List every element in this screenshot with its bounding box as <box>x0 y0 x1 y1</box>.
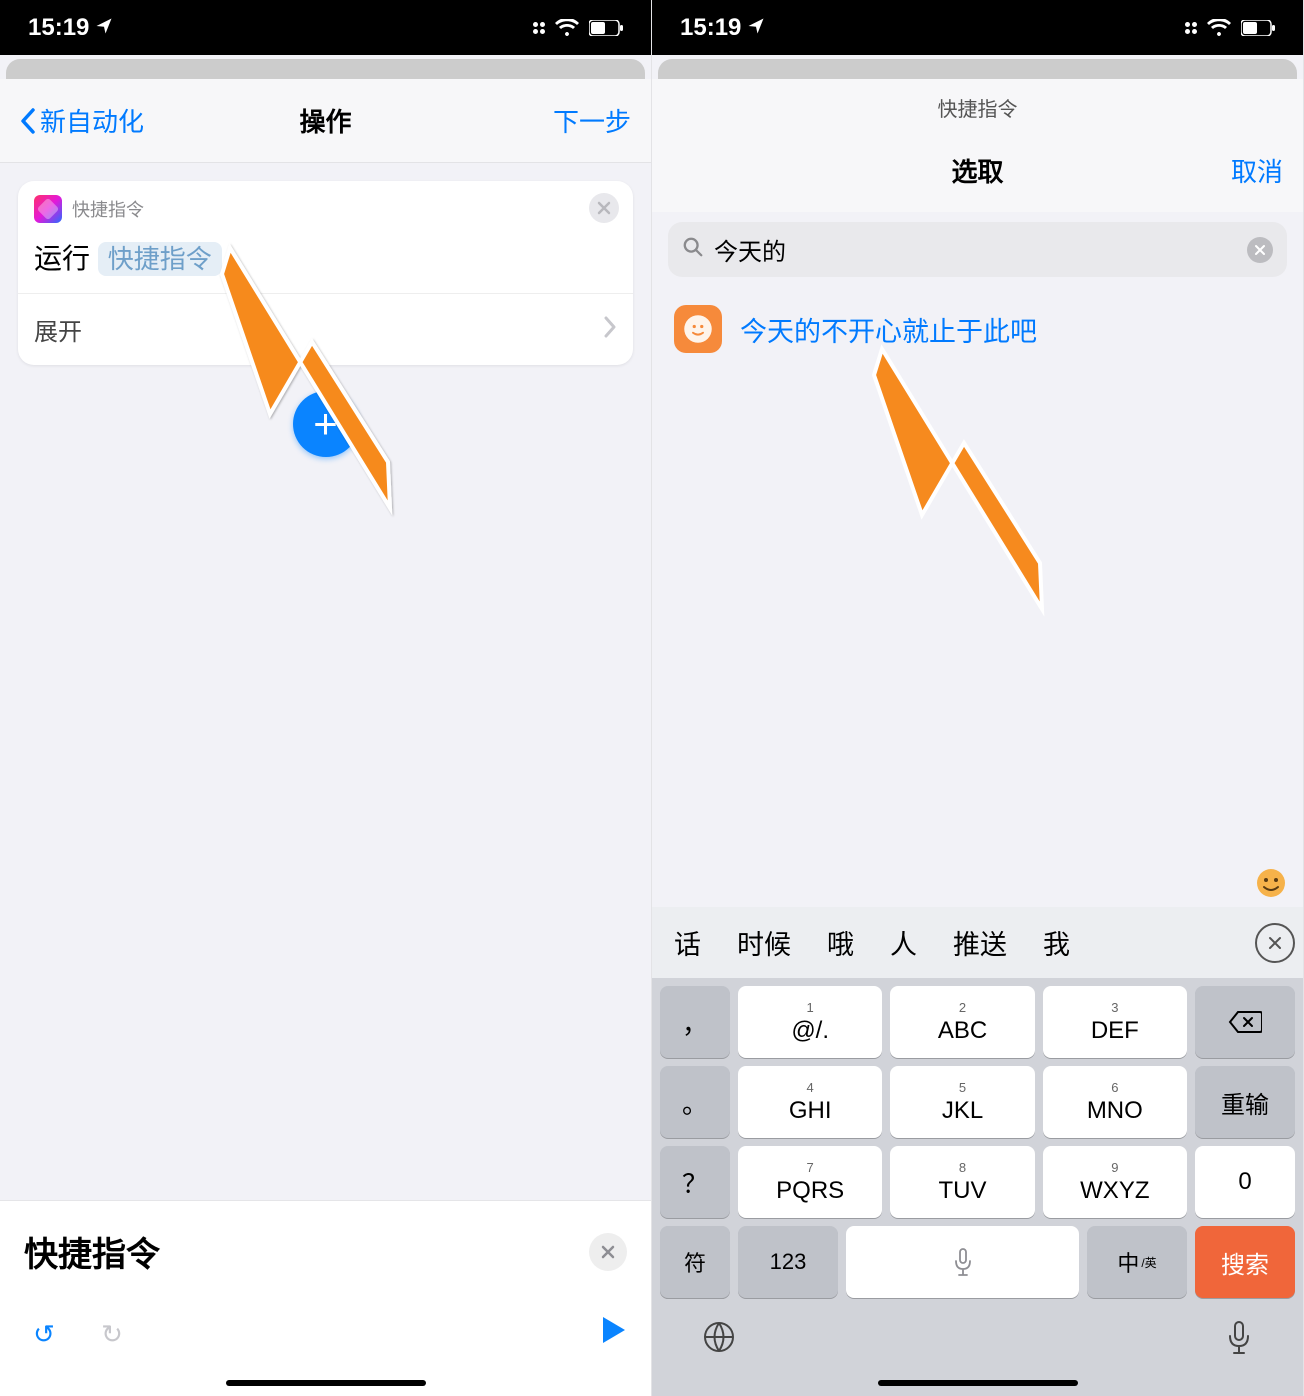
bottom-panel: 快捷指令 ↺ ↻ <box>0 1200 651 1396</box>
emoji-toggle[interactable] <box>1253 865 1289 901</box>
key-7[interactable]: 7PQRS <box>738 1146 882 1218</box>
retype-key[interactable]: 重输 <box>1195 1066 1295 1138</box>
clear-search-button[interactable] <box>1247 237 1273 263</box>
mic-icon <box>951 1247 975 1277</box>
candidate[interactable]: 时候 <box>723 919 805 966</box>
key-8[interactable]: 8TUV <box>890 1146 1034 1218</box>
key-grid: 1@/. 2ABC 3DEF 4GHI 5JKL 6MNO 7PQRS 8TUV… <box>738 986 1187 1218</box>
globe-icon[interactable] <box>702 1320 736 1364</box>
punctuation-column: ， 。 ？ ！ <box>660 986 730 1218</box>
candidate[interactable]: 话 <box>660 919 715 966</box>
battery-icon <box>1241 20 1275 36</box>
location-icon <box>95 14 113 42</box>
key-period[interactable]: 。 <box>660 1066 730 1138</box>
result-item[interactable]: 今天的不开心就止于此吧 <box>652 289 1303 369</box>
search-key[interactable]: 搜索 <box>1195 1226 1295 1298</box>
battery-icon <box>589 20 623 36</box>
close-panel-button[interactable] <box>589 1233 627 1271</box>
language-key[interactable]: 中/英 <box>1087 1226 1187 1298</box>
candidate[interactable]: 人 <box>876 919 931 966</box>
picker-title: 选取 <box>652 152 1303 189</box>
key-5[interactable]: 5JKL <box>890 1066 1034 1138</box>
candidate[interactable]: 推送 <box>939 919 1021 966</box>
key-question[interactable]: ？ <box>660 1146 730 1218</box>
right-column: 重输 0 <box>1195 986 1295 1218</box>
bottom-title: 快捷指令 <box>24 1227 160 1276</box>
cellular-signal-icon <box>533 22 545 34</box>
candidate-row: 话 时候 哦 人 推送 我 <box>652 907 1303 978</box>
wifi-icon <box>1207 19 1231 37</box>
remove-action-button[interactable] <box>589 193 619 223</box>
result-label: 今天的不开心就止于此吧 <box>740 310 1037 349</box>
picker-navbar: 选取 取消 <box>652 128 1303 212</box>
keyboard-footer <box>652 1306 1303 1372</box>
key-0[interactable]: 0 <box>1195 1146 1295 1218</box>
key-4[interactable]: 4GHI <box>738 1066 882 1138</box>
keyboard: 话 时候 哦 人 推送 我 ， 。 ？ ！ 1@/. 2ABC 3DEF 4GH… <box>652 907 1303 1396</box>
search-bar[interactable]: 今天的 <box>668 222 1287 277</box>
search-input[interactable]: 今天的 <box>714 232 1237 267</box>
action-body: 运行 快捷指令 <box>18 229 633 293</box>
back-label: 新自动化 <box>40 102 144 139</box>
numbers-key[interactable]: 123 <box>738 1226 838 1298</box>
key-comma[interactable]: ， <box>660 986 730 1058</box>
key-1[interactable]: 1@/. <box>738 986 882 1058</box>
dictation-icon[interactable] <box>1225 1320 1253 1364</box>
backspace-key[interactable] <box>1195 986 1295 1058</box>
expand-row[interactable]: 展开 <box>18 293 633 365</box>
right-screenshot: 15:19 快捷指令 选取 取消 今天的 <box>652 0 1304 1396</box>
next-button[interactable]: 下一步 <box>553 102 631 139</box>
chevron-left-icon <box>20 108 36 134</box>
home-indicator[interactable] <box>226 1380 426 1386</box>
candidate[interactable]: 我 <box>1029 919 1084 966</box>
mini-title: 快捷指令 <box>652 79 1303 128</box>
card-app-label: 快捷指令 <box>72 196 144 222</box>
sheet-backdrop <box>6 59 645 79</box>
symbols-key[interactable]: 符 <box>660 1226 730 1298</box>
space-key[interactable] <box>846 1226 1079 1298</box>
sheet-backdrop <box>658 59 1297 79</box>
key-6[interactable]: 6MNO <box>1043 1066 1187 1138</box>
undo-button[interactable]: ↺ <box>24 1314 64 1354</box>
redo-button: ↻ <box>92 1314 132 1354</box>
search-icon <box>682 236 704 264</box>
action-card: 快捷指令 运行 快捷指令 展开 <box>18 181 633 365</box>
key-2[interactable]: 2ABC <box>890 986 1034 1058</box>
results-area: 今天的不开心就止于此吧 <box>652 289 1303 907</box>
wifi-icon <box>555 19 579 37</box>
left-screenshot: 15:19 新自动化 操作 下一步 <box>0 0 652 1396</box>
add-action-button[interactable]: + <box>293 391 359 457</box>
candidate[interactable]: 哦 <box>813 919 868 966</box>
annotation-arrow <box>862 329 1082 634</box>
cancel-button[interactable]: 取消 <box>1231 152 1283 189</box>
run-button[interactable] <box>601 1315 627 1353</box>
key-3[interactable]: 3DEF <box>1043 986 1187 1058</box>
candidate-delete-button[interactable] <box>1255 923 1295 963</box>
status-time: 15:19 <box>680 14 741 42</box>
shortcut-icon <box>674 305 722 353</box>
navbar: 新自动化 操作 下一步 <box>0 79 651 163</box>
shortcut-picker[interactable]: 快捷指令 <box>98 242 222 276</box>
status-bar: 15:19 <box>0 0 651 55</box>
cellular-signal-icon <box>1185 22 1197 34</box>
location-icon <box>747 14 765 42</box>
home-indicator[interactable] <box>878 1380 1078 1386</box>
expand-label: 展开 <box>34 312 82 347</box>
status-time: 15:19 <box>28 14 89 42</box>
shortcuts-app-icon <box>34 195 62 223</box>
key-9[interactable]: 9WXYZ <box>1043 1146 1187 1218</box>
keyboard-bottom-row: 符 123 中/英 搜索 <box>652 1226 1303 1306</box>
chevron-right-icon <box>603 314 617 345</box>
run-label: 运行 <box>34 243 90 274</box>
back-button[interactable]: 新自动化 <box>20 102 144 139</box>
status-bar: 15:19 <box>652 0 1303 55</box>
